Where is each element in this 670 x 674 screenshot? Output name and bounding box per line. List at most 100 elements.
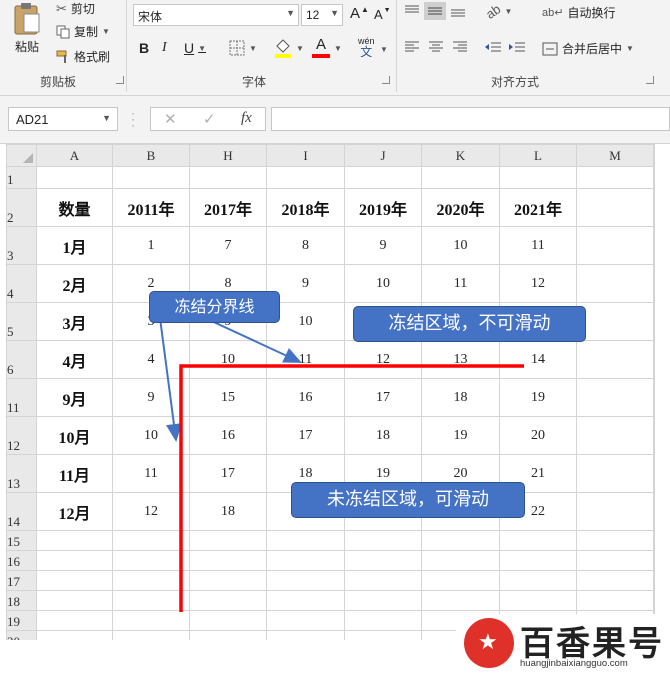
grid-cell[interactable] (499, 570, 577, 591)
grid-cell[interactable] (576, 416, 654, 455)
row-header[interactable]: 11 (6, 378, 37, 417)
row-header[interactable]: 13 (6, 454, 37, 493)
format-painter-button[interactable]: 格式刷 (56, 48, 110, 65)
grid-cell[interactable]: 2019年 (344, 188, 422, 227)
grid-cell[interactable] (576, 264, 654, 303)
insert-function-icon[interactable]: fx (241, 110, 252, 127)
grid-cell[interactable] (266, 530, 345, 551)
grid-cell[interactable]: 2月 (36, 264, 113, 303)
grid-cell[interactable]: 9 (344, 226, 422, 265)
grid-cell[interactable] (576, 570, 654, 591)
grid-cell[interactable] (344, 630, 422, 640)
grid-cell[interactable]: 18 (344, 416, 422, 455)
grid-cell[interactable]: 10月 (36, 416, 113, 455)
grid-cell[interactable] (653, 590, 655, 611)
grid-cell[interactable] (576, 590, 654, 611)
phonetic-button[interactable]: wén 文 (358, 36, 375, 58)
row-header[interactable]: 1 (6, 166, 37, 189)
grid-cell[interactable] (189, 610, 267, 631)
grid-cell[interactable]: 4月 (36, 340, 113, 379)
grid-cell[interactable] (266, 630, 345, 640)
row-header[interactable]: 18 (6, 590, 37, 611)
grid-cell[interactable]: 10 (189, 340, 267, 379)
grow-font-button[interactable]: A ▲ (350, 5, 369, 22)
grid-cell[interactable]: 17 (344, 378, 422, 417)
grid-cell[interactable]: 2011年 (112, 188, 190, 227)
column-header[interactable]: B (112, 144, 190, 167)
align-left-button[interactable] (404, 40, 420, 54)
grid-cell[interactable] (653, 340, 655, 379)
merge-center-button[interactable]: 合并后居中 ▼ (542, 40, 634, 57)
grid-cell[interactable] (36, 610, 113, 631)
grid-cell[interactable] (189, 590, 267, 611)
grid-cell[interactable] (189, 630, 267, 640)
row-header[interactable]: 16 (6, 550, 37, 571)
borders-button[interactable]: ▼ (229, 40, 257, 56)
font-size-select[interactable]: 12 ▼ (301, 4, 343, 26)
row-header[interactable]: 4 (6, 264, 37, 303)
wrap-text-button[interactable]: ab↵ 自动换行 (542, 4, 615, 21)
grid-cell[interactable]: 14 (499, 340, 577, 379)
grid-cell[interactable] (344, 550, 422, 571)
column-header[interactable]: A (36, 144, 113, 167)
paste-button[interactable]: 粘贴 (12, 2, 42, 55)
column-header[interactable] (653, 144, 655, 167)
grid-cell[interactable] (112, 610, 190, 631)
formula-input[interactable] (271, 107, 670, 131)
grid-cell[interactable] (266, 166, 345, 189)
grid-cell[interactable] (112, 630, 190, 640)
grid-cell[interactable] (36, 590, 113, 611)
grid-cell[interactable]: 2018年 (266, 188, 345, 227)
row-header[interactable]: 12 (6, 416, 37, 455)
grid-cell[interactable] (576, 492, 654, 531)
splitter-handle-icon[interactable]: · · · (131, 107, 135, 131)
grid-cell[interactable] (344, 530, 422, 551)
grid-cell[interactable] (653, 492, 655, 531)
grid-cell[interactable]: 12 (344, 340, 422, 379)
grid-cell[interactable] (499, 590, 577, 611)
grid-cell[interactable] (189, 570, 267, 591)
grid-cell[interactable] (344, 610, 422, 631)
grid-cell[interactable] (36, 550, 113, 571)
grid-cell[interactable]: 16 (266, 378, 345, 417)
grid-cell[interactable] (421, 570, 500, 591)
grid-cell[interactable]: 11 (266, 340, 345, 379)
grid-cell[interactable]: 17 (189, 454, 267, 493)
grid-cell[interactable] (112, 590, 190, 611)
grid-cell[interactable]: 18 (421, 378, 500, 417)
bold-button[interactable]: B (139, 40, 149, 56)
grid-cell[interactable] (576, 226, 654, 265)
grid-cell[interactable] (344, 166, 422, 189)
grid-cell[interactable]: 9 (112, 378, 190, 417)
grid-cell[interactable]: 19 (421, 416, 500, 455)
grid-cell[interactable] (576, 530, 654, 551)
grid-cell[interactable] (36, 630, 113, 640)
column-header[interactable]: J (344, 144, 422, 167)
grid-cell[interactable] (653, 188, 655, 227)
grid-cell[interactable]: 10 (421, 226, 500, 265)
grid-cell[interactable]: 2020年 (421, 188, 500, 227)
grid-cell[interactable] (266, 590, 345, 611)
alignment-launcher-icon[interactable] (646, 76, 654, 84)
grid-cell[interactable]: 12月 (36, 492, 113, 531)
grid-cell[interactable] (421, 530, 500, 551)
grid-cell[interactable] (266, 550, 345, 571)
grid-cell[interactable] (576, 166, 654, 189)
italic-button[interactable]: I (162, 40, 167, 56)
grid-cell[interactable] (653, 302, 655, 341)
grid-cell[interactable] (653, 416, 655, 455)
grid-cell[interactable]: 1 (112, 226, 190, 265)
align-top-button[interactable] (404, 4, 420, 18)
grid-cell[interactable] (576, 340, 654, 379)
grid-cell[interactable]: 11月 (36, 454, 113, 493)
grid-cell[interactable] (189, 530, 267, 551)
row-header[interactable]: 14 (6, 492, 37, 531)
enter-icon[interactable]: ✓ (203, 110, 216, 128)
column-header[interactable]: L (499, 144, 577, 167)
cut-button[interactable]: ✂ 剪切 (56, 0, 95, 17)
underline-button[interactable]: U ▼ (184, 40, 206, 56)
grid-cell[interactable]: 11 (421, 264, 500, 303)
grid-cell[interactable]: 12 (112, 492, 190, 531)
grid-cell[interactable] (189, 166, 267, 189)
grid-cell[interactable]: 11 (112, 454, 190, 493)
